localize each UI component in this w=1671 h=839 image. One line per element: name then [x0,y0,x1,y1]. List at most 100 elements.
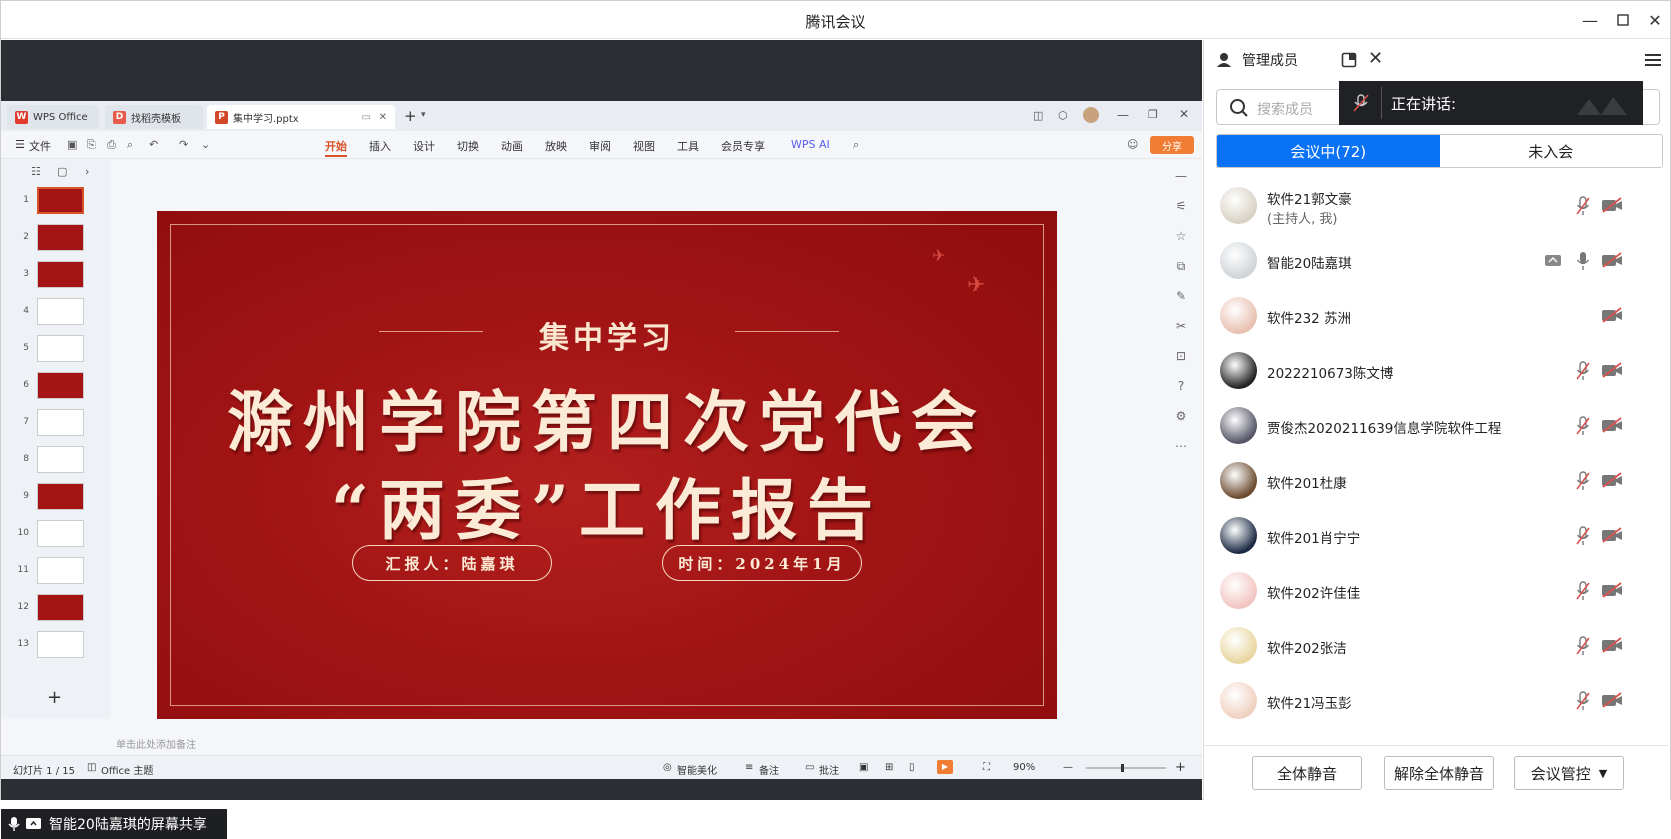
mic-muted-icon[interactable] [1576,636,1590,656]
slide-thumbnail[interactable]: 2 [1,222,101,254]
wps-tab-home[interactable]: W WPS Office [7,105,99,129]
slide-thumbnail[interactable]: 13 [1,629,101,661]
slide-thumbnail[interactable]: 3 [1,259,101,291]
layout-icon[interactable]: ◫ [1033,109,1043,122]
normal-view-icon[interactable]: ▣ [859,762,868,773]
book-icon[interactable]: ⊡ [1173,349,1189,363]
camera-off-icon[interactable] [1601,362,1623,378]
tab-pin-icon[interactable]: ▭ [362,112,371,123]
slide-thumbnail[interactable]: 10 [1,518,101,550]
add-slide-icon[interactable]: + [47,687,62,708]
search-icon[interactable]: ⌕ [853,138,859,152]
reading-view-icon[interactable]: ▯ [909,762,915,773]
play-icon[interactable]: ▶ [937,760,953,774]
maximize-icon[interactable] [1609,7,1637,33]
restore-icon[interactable]: ❐ [1148,108,1158,121]
slide-thumbnail[interactable]: 6 [1,370,101,402]
unmute-all-button[interactable]: 解除全体静音 [1384,756,1494,790]
edit-icon[interactable]: ✎ [1173,289,1189,303]
member-row[interactable]: 软件201肖宁宁 [1204,508,1671,563]
beautify-button[interactable]: 智能美化 [677,762,717,777]
tab-close-icon[interactable]: ✕ [379,112,387,123]
new-tab-icon[interactable]: + [404,107,417,125]
ribbon-tab-view[interactable]: 视图 [633,138,655,154]
star-icon[interactable]: ☆ [1173,229,1189,243]
ribbon-tab-animation[interactable]: 动画 [501,138,523,154]
slide-thumbnail[interactable]: 8 [1,444,101,476]
preview-icon[interactable]: ⌕ [127,138,133,152]
camera-off-icon[interactable] [1601,417,1623,433]
zoom-slider[interactable] [1086,767,1166,769]
comments-button[interactable]: 批注 [819,762,839,777]
mic-muted-icon[interactable] [1576,471,1590,491]
print-icon[interactable]: ⎙ [107,138,116,152]
zoom-out-icon[interactable]: — [1063,762,1073,773]
tab-in-meeting[interactable]: 会议中(72) [1217,135,1440,167]
ribbon-tab-transition[interactable]: 切换 [457,138,479,154]
notes-placeholder[interactable]: 单击此处添加备注 [116,736,196,751]
slide-thumbnail[interactable]: 7 [1,407,101,439]
chevron-down-icon[interactable]: ▾ [421,110,426,120]
member-row[interactable]: 软件21冯玉彭 [1204,673,1671,728]
minimize-icon[interactable]: — [1576,7,1604,33]
settings-sliders-icon[interactable]: ⚟ [1173,199,1189,213]
theme-label[interactable]: Office 主题 [101,762,153,777]
camera-off-icon[interactable] [1601,582,1623,598]
wps-tab-pptx[interactable]: P 集中学习.pptx ▭ ✕ [207,105,395,129]
menu-icon[interactable] [1645,52,1661,68]
member-row[interactable]: 软件201杜康 [1204,453,1671,508]
menu-icon[interactable]: ☰ [15,138,25,151]
chevron-right-icon[interactable]: › [85,165,89,178]
undo-icon[interactable]: ↶ [149,138,158,151]
tools-icon[interactable]: ✂ [1173,319,1189,333]
redo-icon[interactable]: ↷ [179,138,188,151]
meeting-control-button[interactable]: 会议管控 ▼ [1514,756,1624,790]
plugin-icon[interactable]: ⚙ [1173,409,1189,423]
mic-muted-icon[interactable] [1576,196,1590,216]
mic-muted-icon[interactable] [1576,691,1590,711]
slide-thumbnail[interactable]: 11 [1,555,101,587]
mic-muted-icon[interactable] [1576,361,1590,381]
slide-thumbnail[interactable]: 4 [1,296,101,328]
minimize-icon[interactable]: — [1117,108,1129,122]
comment-icon[interactable]: ☺ [1127,138,1138,151]
chevron-down-icon[interactable]: ⌄ [201,138,210,151]
member-row[interactable]: 贾俊杰2020211639信息学院软件工程 [1204,398,1671,453]
mic-muted-icon[interactable] [1576,581,1590,601]
wps-ai-button[interactable]: WPS AI [791,138,830,151]
camera-off-icon[interactable] [1601,197,1623,213]
zoom-in-icon[interactable]: + [1175,760,1186,775]
camera-off-icon[interactable] [1601,252,1623,268]
member-row[interactable]: 2022210673陈文博 [1204,343,1671,398]
member-row[interactable]: 软件232 苏洲 [1204,288,1671,343]
outline-icon[interactable]: ☷ [31,165,41,178]
help-icon[interactable]: ? [1173,379,1189,393]
main-slide[interactable]: ✈ ✈ 集中学习 滁州学院第四次党代会 “两委”工作报告 汇报人：陆嘉琪 时间：… [157,211,1057,719]
export-icon[interactable]: ⎘ [87,138,96,152]
camera-off-icon[interactable] [1601,692,1623,708]
ribbon-tab-review[interactable]: 审阅 [589,138,611,154]
zoom-slider-handle[interactable] [1121,764,1124,772]
zoom-level[interactable]: 90% [1013,762,1035,773]
member-row[interactable]: 软件202许佳佳 [1204,563,1671,618]
collapse-icon[interactable]: — [1173,169,1189,183]
slide-thumbnail[interactable]: 9 [1,481,101,513]
cube-icon[interactable]: ⬡ [1058,109,1068,122]
camera-off-icon[interactable] [1601,472,1623,488]
notes-button[interactable]: 备注 [759,762,779,777]
file-menu[interactable]: 文件 [29,138,51,154]
camera-off-icon[interactable] [1601,637,1623,653]
thumbnail-view-icon[interactable]: ▢ [57,165,67,178]
avatar[interactable] [1083,107,1099,123]
copy-icon[interactable]: ⧉ [1173,259,1189,273]
ribbon-tab-slideshow[interactable]: 放映 [545,138,567,154]
slide-thumbnail[interactable]: 1 [1,185,101,217]
ribbon-tab-tools[interactable]: 工具 [677,138,699,154]
ribbon-tab-design[interactable]: 设计 [413,138,435,154]
close-icon[interactable]: ✕ [1641,7,1669,33]
mic-muted-icon[interactable] [1576,526,1590,546]
save-icon[interactable]: ▣ [67,138,77,151]
wps-tab-template[interactable]: D 找稻壳模板 [105,105,203,129]
popout-icon[interactable] [1341,52,1357,68]
ribbon-tab-start[interactable]: 开始 [325,138,347,154]
